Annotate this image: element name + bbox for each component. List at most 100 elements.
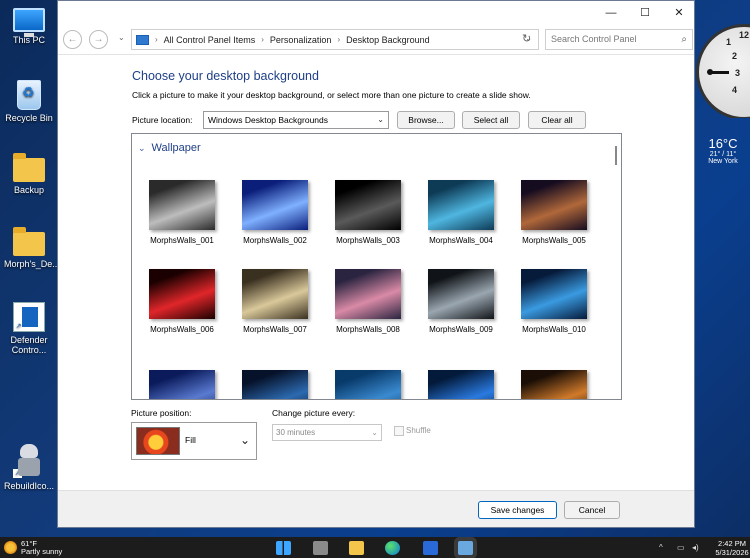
picture-location-value: Windows Desktop Backgrounds bbox=[208, 115, 329, 125]
control-panel-icon bbox=[136, 34, 149, 45]
search-input[interactable]: Search Control Panel ⌕ bbox=[545, 29, 693, 50]
desktop-icon-recycle-bin[interactable]: Recycle Bin bbox=[4, 80, 54, 123]
wallpaper-group-header[interactable]: ⌄ Wallpaper bbox=[138, 142, 201, 154]
wallpaper-thumbnail[interactable] bbox=[242, 269, 308, 319]
forward-button[interactable]: → bbox=[89, 30, 108, 49]
refresh-icon[interactable]: ↻ bbox=[522, 32, 531, 45]
desktop-icon-label: Recycle Bin bbox=[5, 113, 53, 123]
weather-gadget: 16°C 21° / 11° New York bbox=[696, 136, 750, 165]
maximize-button[interactable]: ☐ bbox=[628, 1, 662, 25]
network-icon[interactable]: ▭ bbox=[677, 543, 685, 552]
select-all-button[interactable]: Select all bbox=[462, 111, 520, 129]
partly-sunny-icon bbox=[4, 541, 17, 554]
wallpaper-thumbnail-label: MorphsWalls_006 bbox=[150, 325, 214, 334]
wallpaper-thumbnail-label: MorphsWalls_002 bbox=[243, 236, 307, 245]
address-bar-row: ← → ⌄ › All Control Panel Items › Person… bbox=[58, 25, 694, 55]
wallpaper-thumbnail[interactable] bbox=[335, 269, 401, 319]
breadcrumb-separator-icon: › bbox=[337, 35, 341, 44]
wallpaper-thumbnail-label: MorphsWalls_009 bbox=[429, 325, 493, 334]
picture-location-select[interactable]: Windows Desktop Backgrounds ⌄ bbox=[203, 111, 389, 129]
wallpaper-thumbnail[interactable] bbox=[242, 370, 308, 399]
recent-locations-button[interactable]: ⌄ bbox=[118, 33, 125, 42]
minimize-button[interactable]: — bbox=[594, 1, 628, 25]
shortcut-arrow-icon: ↗ bbox=[14, 322, 23, 331]
wallpaper-thumbnail[interactable] bbox=[335, 370, 401, 399]
flower-preview-icon bbox=[136, 427, 180, 455]
shuffle-label: Shuffle bbox=[406, 426, 431, 435]
wallpaper-thumbnail[interactable] bbox=[521, 269, 587, 319]
wallpaper-thumbnail[interactable] bbox=[149, 269, 215, 319]
gallery-scrollbar[interactable] bbox=[615, 146, 617, 165]
desktop-icon-morphs-desktop[interactable]: Morph's_De... bbox=[4, 226, 60, 269]
taskbar: 61°F Partly sunny ^ ▭ ◂) 2:42 PM 5/31/20… bbox=[0, 537, 750, 558]
wallpaper-thumbnail[interactable] bbox=[149, 180, 215, 230]
clock-center bbox=[707, 69, 713, 75]
folder-icon bbox=[13, 153, 45, 182]
breadcrumb-all-control-panel-items[interactable]: All Control Panel Items bbox=[164, 35, 256, 45]
clock-gadget: 12 1 2 3 4 bbox=[696, 24, 750, 118]
taskbar-weather-desc: Partly sunny bbox=[21, 547, 63, 556]
wallpaper-thumbnail[interactable] bbox=[428, 180, 494, 230]
edge-browser-icon[interactable] bbox=[385, 541, 400, 555]
page-title: Choose your desktop background bbox=[132, 69, 319, 83]
breadcrumb-separator-icon: › bbox=[261, 35, 264, 44]
wallpaper-thumbnail[interactable] bbox=[242, 180, 308, 230]
wallpaper-group-title: Wallpaper bbox=[151, 142, 201, 154]
robot-icon: ↗ bbox=[13, 444, 45, 478]
start-button-icon[interactable] bbox=[276, 541, 291, 555]
desktop-icon-label: Defender Contro... bbox=[10, 335, 48, 355]
change-picture-label: Change picture every: bbox=[272, 408, 356, 418]
store-icon[interactable] bbox=[423, 541, 438, 555]
wallpaper-thumbnail[interactable] bbox=[335, 180, 401, 230]
wallpaper-gallery[interactable]: ⌄ Wallpaper MorphsWalls_001 MorphsWalls_00… bbox=[131, 133, 622, 400]
title-bar[interactable]: — ☐ ✕ bbox=[58, 1, 694, 25]
wallpaper-thumbnail[interactable] bbox=[521, 180, 587, 230]
desktop-icon-label: RebuildIco... bbox=[4, 481, 55, 491]
shuffle-checkbox[interactable] bbox=[394, 426, 404, 436]
weather-city: New York bbox=[708, 158, 738, 165]
address-box[interactable]: › All Control Panel Items › Personalizat… bbox=[131, 29, 539, 50]
wallpaper-thumbnail-label: MorphsWalls_004 bbox=[429, 236, 493, 245]
wallpaper-thumbnail-label: MorphsWalls_008 bbox=[336, 325, 400, 334]
clock-number: 4 bbox=[732, 85, 738, 95]
change-picture-select[interactable]: 30 minutes ⌄ bbox=[272, 424, 382, 441]
desktop-icon-this-pc[interactable]: This PC bbox=[4, 8, 54, 45]
save-changes-button[interactable]: Save changes bbox=[478, 501, 557, 519]
desktop-icon-backup[interactable]: Backup bbox=[4, 152, 54, 195]
control-panel-taskbar-icon[interactable] bbox=[458, 541, 473, 555]
clock-number: 3 bbox=[735, 68, 741, 78]
clock-face: 12 1 2 3 4 bbox=[696, 24, 750, 118]
wallpaper-thumbnail-label: MorphsWalls_010 bbox=[522, 325, 586, 334]
close-button[interactable]: ✕ bbox=[662, 1, 696, 25]
defender-control-icon: ↗ bbox=[13, 302, 45, 332]
clock-number: 12 bbox=[739, 30, 750, 40]
instruction-text: Click a picture to make it your desktop … bbox=[132, 90, 531, 100]
picture-position-select[interactable]: Fill ⌄ bbox=[131, 422, 257, 460]
browse-button[interactable]: Browse... bbox=[397, 111, 455, 129]
desktop-icon-defender-control[interactable]: ↗ Defender Contro... bbox=[4, 302, 54, 355]
task-view-icon[interactable] bbox=[313, 541, 328, 555]
wallpaper-thumbnail-label: MorphsWalls_005 bbox=[522, 236, 586, 245]
clear-all-button[interactable]: Clear all bbox=[528, 111, 586, 129]
folder-icon bbox=[13, 227, 45, 256]
picture-position-value: Fill bbox=[185, 435, 196, 445]
show-hidden-icons-icon[interactable]: ^ bbox=[659, 543, 663, 552]
wallpaper-thumbnail-label: MorphsWalls_007 bbox=[243, 325, 307, 334]
desktop-icon-rebuild-icon-cache[interactable]: ↗ RebuildIco... bbox=[4, 444, 54, 491]
volume-icon[interactable]: ◂) bbox=[692, 543, 699, 552]
wallpaper-thumbnail[interactable] bbox=[428, 269, 494, 319]
breadcrumb-personalization[interactable]: Personalization bbox=[270, 35, 332, 45]
chevron-down-icon: ⌄ bbox=[138, 143, 146, 153]
wallpaper-thumbnail[interactable] bbox=[521, 370, 587, 399]
search-placeholder: Search Control Panel bbox=[551, 34, 637, 44]
wallpaper-thumbnail[interactable] bbox=[149, 370, 215, 399]
wallpaper-thumbnail[interactable] bbox=[428, 370, 494, 399]
breadcrumb-desktop-background[interactable]: Desktop Background bbox=[346, 35, 430, 45]
cancel-button[interactable]: Cancel bbox=[564, 501, 620, 519]
search-icon[interactable]: ⌕ bbox=[681, 30, 687, 49]
taskbar-weather[interactable]: 61°F Partly sunny bbox=[4, 540, 62, 556]
back-button[interactable]: ← bbox=[63, 30, 82, 49]
taskbar-clock[interactable]: 2:42 PM 5/31/2026 bbox=[714, 539, 750, 557]
file-explorer-icon[interactable] bbox=[349, 541, 364, 555]
picture-position-label: Picture position: bbox=[131, 408, 192, 418]
